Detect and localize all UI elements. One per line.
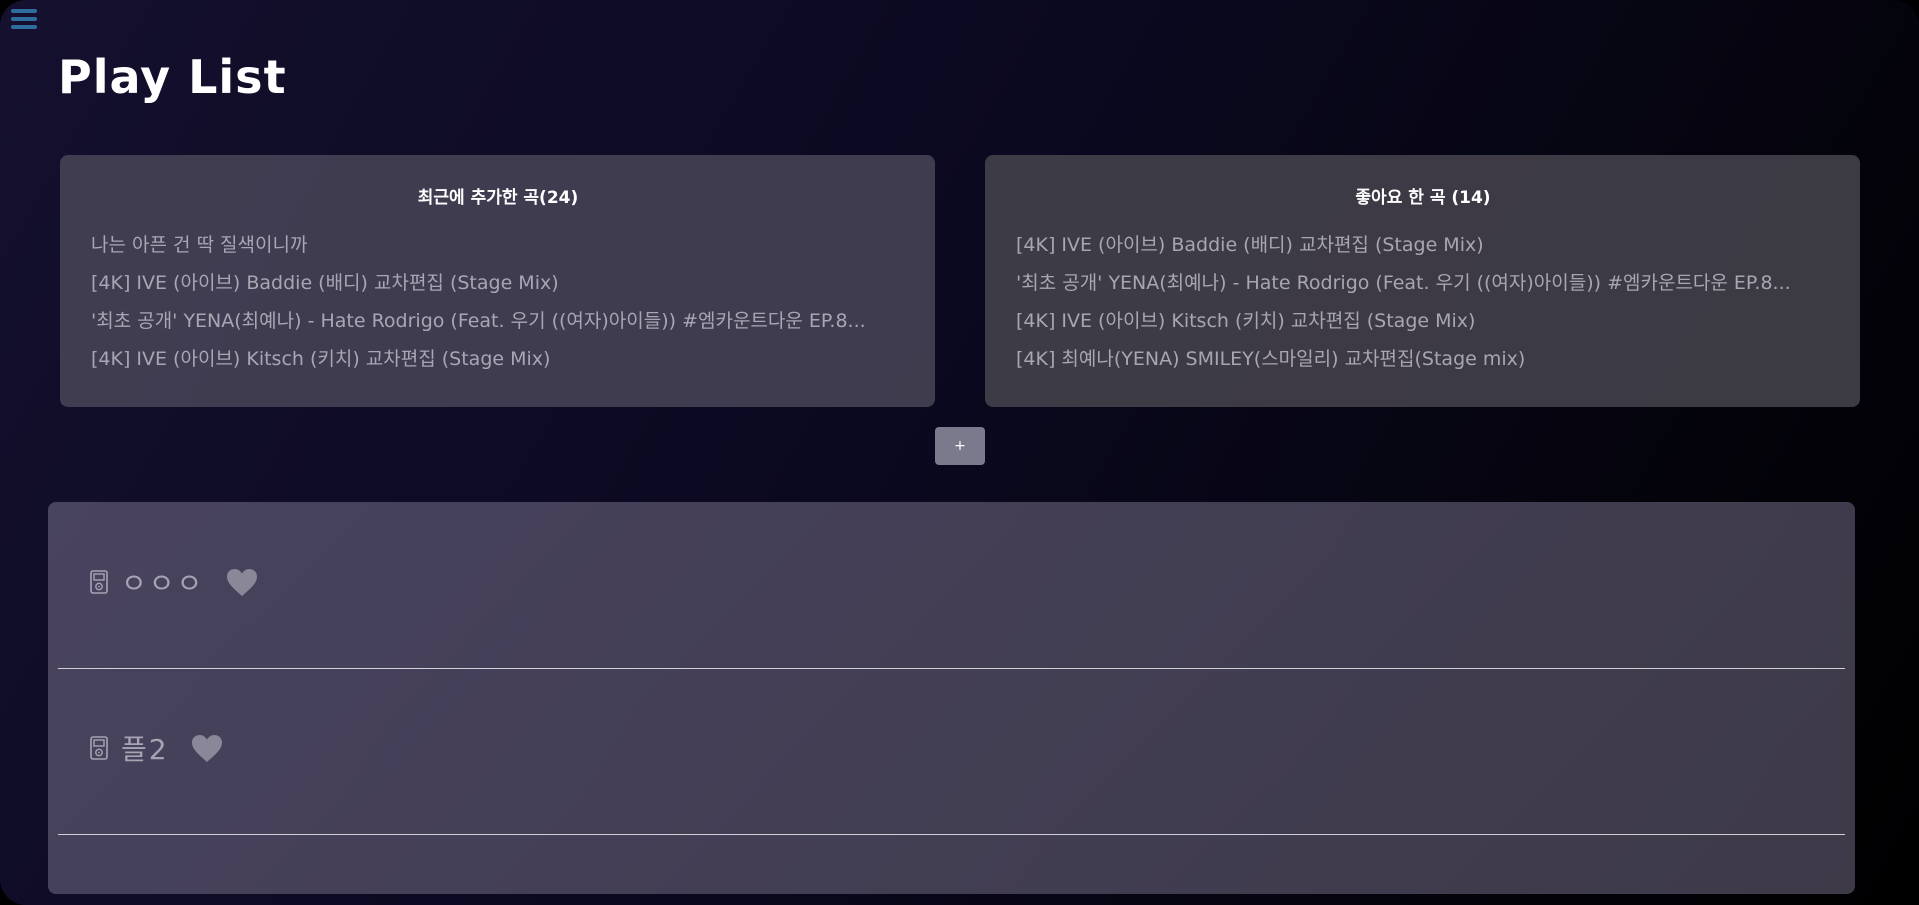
music-player-icon — [90, 736, 108, 760]
song-item[interactable]: [4K] IVE (아이브) Kitsch (키치) 교차편집 (Stage M… — [91, 340, 905, 378]
app-window: Play List 최근에 추가한 곡(24) 나는 아픈 건 딱 질색이니까 … — [0, 0, 1919, 905]
song-item[interactable]: '최초 공개' YENA(최예나) - Hate Rodrigo (Feat. … — [91, 302, 905, 340]
playlist-row[interactable]: 플2 — [58, 668, 1845, 835]
song-item[interactable]: '최초 공개' YENA(최예나) - Hate Rodrigo (Feat. … — [1016, 264, 1830, 302]
recently-added-title[interactable]: 최근에 추가한 곡(24) — [91, 183, 905, 208]
song-item[interactable]: [4K] IVE (아이브) Baddie (배디) 교차편집 (Stage M… — [91, 264, 905, 302]
add-playlist-button[interactable]: + — [935, 427, 985, 465]
liked-songs-title[interactable]: 좋아요 한 곡 (14) — [1016, 183, 1830, 208]
liked-songs-list: [4K] IVE (아이브) Baddie (배디) 교차편집 (Stage M… — [1016, 226, 1830, 378]
playlist-name: 플2 — [121, 733, 169, 766]
heart-icon[interactable] — [191, 734, 223, 763]
liked-songs-card: 좋아요 한 곡 (14) [4K] IVE (아이브) Baddie (배디) … — [985, 155, 1860, 407]
page-title: Play List — [58, 50, 287, 104]
playlist-row-content: ㅇㅇㅇ — [90, 562, 258, 602]
menu-bar-bottom — [11, 25, 37, 29]
song-item[interactable]: [4K] 최예나(YENA) SMILEY(스마일리) 교차편집(Stage m… — [1016, 340, 1830, 378]
playlist-row[interactable]: ㅇㅇㅇ — [58, 502, 1845, 669]
hamburger-menu-icon[interactable] — [11, 8, 37, 30]
music-player-icon — [90, 570, 108, 594]
recently-added-list: 나는 아픈 건 딱 질색이니까 [4K] IVE (아이브) Baddie (배… — [91, 226, 905, 378]
playlist-panel: ㅇㅇㅇ 플2 — [48, 502, 1855, 894]
menu-bar-top — [11, 9, 37, 13]
playlist-row-content: 플2 — [90, 728, 223, 768]
heart-icon[interactable] — [226, 568, 258, 597]
menu-bar-middle — [11, 17, 37, 21]
song-item[interactable]: [4K] IVE (아이브) Kitsch (키치) 교차편집 (Stage M… — [1016, 302, 1830, 340]
recently-added-card: 최근에 추가한 곡(24) 나는 아픈 건 딱 질색이니까 [4K] IVE (… — [60, 155, 935, 407]
song-item[interactable]: 나는 아픈 건 딱 질색이니까 — [91, 226, 905, 264]
playlist-name: ㅇㅇㅇ — [121, 567, 205, 600]
song-item[interactable]: [4K] IVE (아이브) Baddie (배디) 교차편집 (Stage M… — [1016, 226, 1830, 264]
